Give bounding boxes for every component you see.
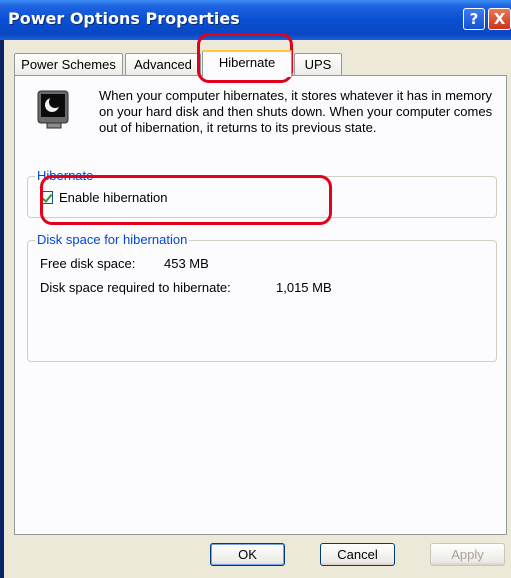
dialog-window: Power Options Properties ? X Power Schem… [0,0,511,578]
close-button[interactable]: X [488,8,511,30]
free-disk-space-label: Free disk space: [40,256,136,271]
hibernate-description: When your computer hibernates, it stores… [99,88,493,135]
hibernate-group-label: Hibernate [35,168,96,184]
disk-space-group-label: Disk space for hibernation [35,232,190,248]
required-disk-space-value: 1,015 MB [276,280,332,295]
required-disk-space-label: Disk space required to hibernate: [40,280,231,295]
dialog-body: Power Schemes Advanced Hibernate UPS Whe… [4,40,511,578]
help-icon: ? [469,10,479,28]
hibernate-panel: When your computer hibernates, it stores… [14,75,507,535]
hibernate-monitor-icon [37,90,69,129]
close-icon: X [493,10,506,28]
enable-hibernation-checkbox-row[interactable]: Enable hibernation [40,190,167,205]
title-bar[interactable]: Power Options Properties ? X [0,0,511,40]
apply-button[interactable]: Apply [430,543,505,566]
enable-hibernation-checkbox[interactable] [40,191,53,204]
disk-space-group: Disk space for hibernation Free disk spa… [27,232,497,362]
tab-hibernate[interactable]: Hibernate [202,50,292,77]
hibernate-group: Hibernate Enable hibernation [27,168,497,218]
enable-hibernation-label[interactable]: Enable hibernation [59,190,167,205]
tab-power-schemes[interactable]: Power Schemes [14,53,123,76]
tab-advanced[interactable]: Advanced [125,53,201,76]
cancel-button[interactable]: Cancel [320,543,395,566]
window-title: Power Options Properties [8,9,240,28]
tab-ups[interactable]: UPS [294,53,342,76]
free-disk-space-value: 453 MB [164,256,209,271]
ok-button[interactable]: OK [210,543,285,566]
help-button[interactable]: ? [463,8,485,30]
